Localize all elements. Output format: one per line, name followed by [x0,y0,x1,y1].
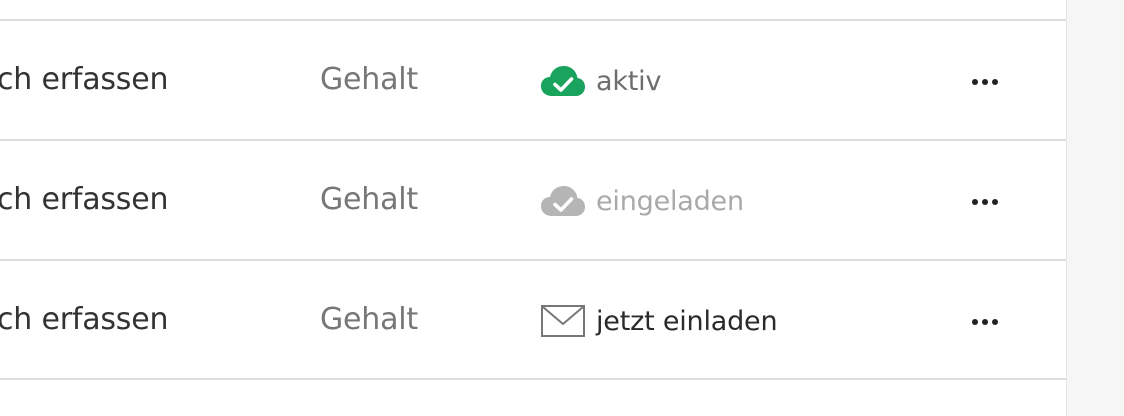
row-actions-button[interactable] [960,305,1010,339]
cloud-check-icon [541,186,585,216]
scrollbar-track[interactable] [1066,0,1124,416]
invite-now-link[interactable]: jetzt einladen [540,301,778,341]
row-divider [0,378,1066,380]
employee-list-page: ch erfassen Gehalt aktiv ch erfassen Geh… [0,0,1124,416]
salary-type-cell: Gehalt [320,182,418,217]
more-options-icon-dot [992,199,998,205]
more-options-icon-dot [982,79,988,85]
more-options-icon-dot [982,319,988,325]
salary-type-cell: Gehalt [320,302,418,337]
status-label: aktiv [596,65,662,97]
employee-name-cell: ch erfassen [0,62,169,97]
cloud-check-icon [541,66,585,96]
row-actions-button[interactable] [960,65,1010,99]
table-row[interactable]: ch erfassen Gehalt eingeladen [0,141,1066,259]
employee-name-cell: ch erfassen [0,302,169,337]
status-label: jetzt einladen [596,305,778,337]
more-options-icon [972,79,978,85]
table-row[interactable]: ch erfassen Gehalt jetzt einladen [0,261,1066,379]
table-row[interactable]: ch erfassen Gehalt aktiv [0,21,1066,139]
status-cell: aktiv [540,61,661,101]
more-options-icon-dot [982,199,988,205]
more-options-icon-dot [992,79,998,85]
employee-name-cell: ch erfassen [0,182,169,217]
salary-type-cell: Gehalt [320,62,418,97]
status-label: eingeladen [596,185,744,217]
row-actions-button[interactable] [960,185,1010,219]
more-options-icon [972,199,978,205]
envelope-icon [541,305,585,337]
status-cell: eingeladen [540,181,744,221]
employee-table: ch erfassen Gehalt aktiv ch erfassen Geh… [0,0,1066,416]
more-options-icon-dot [992,319,998,325]
more-options-icon [972,319,978,325]
